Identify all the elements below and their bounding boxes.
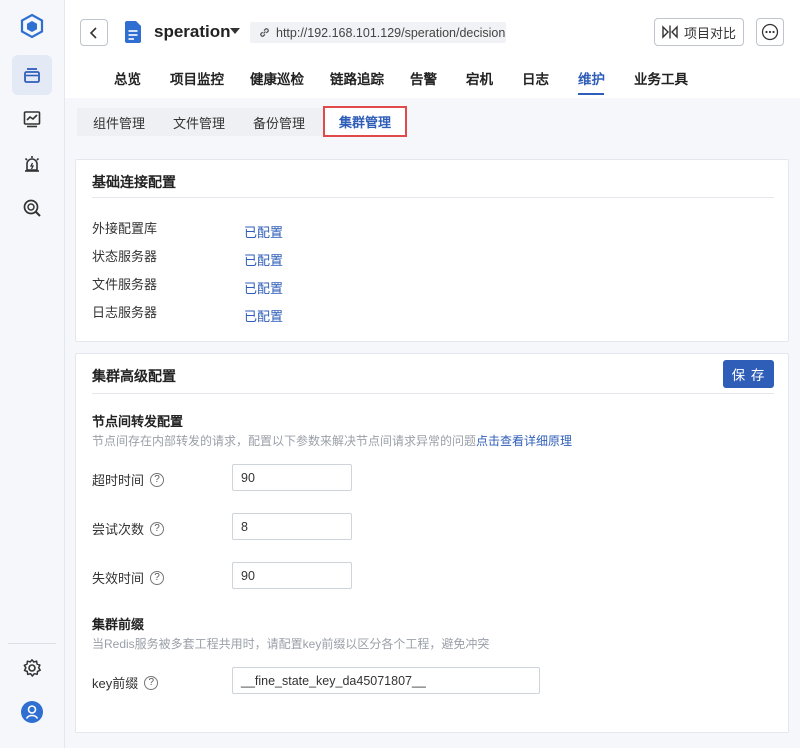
tab-health-check[interactable]: 健康巡检 <box>250 68 304 88</box>
kv-status-link[interactable]: 已配置 <box>244 222 283 241</box>
tab-logs[interactable]: 日志 <box>522 68 549 88</box>
subtab-file-management[interactable]: 文件管理 <box>159 108 239 136</box>
help-icon[interactable]: ? <box>150 472 165 487</box>
compare-button-label: 项目对比 <box>683 25 736 41</box>
more-icon <box>761 23 779 41</box>
layers-icon[interactable] <box>12 55 52 95</box>
kv-label: 外接配置库 <box>92 221 158 236</box>
user-avatar-icon[interactable] <box>12 692 52 732</box>
key-prefix-label: key前缀 ? <box>92 673 159 692</box>
compare-icon <box>662 25 678 39</box>
retry-input[interactable]: 8 <box>232 513 352 540</box>
kv-status-link[interactable]: 已配置 <box>244 250 283 269</box>
key-prefix-input[interactable]: __fine_state_key_da45071807__ <box>232 667 540 694</box>
cube-logo-icon[interactable] <box>12 6 52 46</box>
sidebar <box>0 0 65 748</box>
main-nav-tabs: 总览 项目监控 健康巡检 链路追踪 告警 宕机 日志 维护 业务工具 <box>65 62 800 98</box>
sub-tabs: 组件管理 文件管理 备份管理 集群管理 <box>77 106 408 137</box>
subtab-component-management[interactable]: 组件管理 <box>77 108 159 136</box>
kv-label: 文件服务器 <box>92 277 158 292</box>
expire-label-text: 失效时间 <box>92 571 145 586</box>
advanced-config-title: 集群高级配置 <box>92 368 176 384</box>
chevron-left-icon <box>89 26 97 39</box>
tab-maintenance[interactable]: 维护 <box>578 68 605 88</box>
main-area: speration http://192.168.101.129/sperati… <box>65 0 800 748</box>
basic-config-title: 基础连接配置 <box>92 174 176 190</box>
gear-icon[interactable] <box>12 648 52 688</box>
project-name[interactable]: speration <box>154 22 231 42</box>
timeout-label-text: 超时时间 <box>92 473 145 488</box>
timeout-input[interactable]: 90 <box>232 464 352 491</box>
card-divider <box>92 393 774 394</box>
retry-label: 尝试次数 ? <box>92 519 165 538</box>
basic-config-card: 基础连接配置 外接配置库 已配置 状态服务器 已配置 文件服务器 已配置 日志服… <box>75 159 789 342</box>
project-dropdown-caret[interactable] <box>230 28 240 34</box>
subtab-cluster-management[interactable]: 集群管理 <box>323 106 408 137</box>
tab-trace[interactable]: 链路追踪 <box>330 68 384 88</box>
forward-config-desc-text: 节点间存在内部转发的请求，配置以下参数来解决节点间请求异常的问题 <box>92 434 477 448</box>
top-bar: speration http://192.168.101.129/sperati… <box>65 0 800 62</box>
sidebar-divider <box>8 643 56 644</box>
back-button[interactable] <box>80 19 108 46</box>
tab-project-monitor[interactable]: 项目监控 <box>170 68 224 88</box>
link-icon <box>260 28 269 37</box>
cluster-prefix-desc: 当Redis服务被多套工程共用时，请配置key前缀以区分各个工程，避免冲突 <box>92 637 490 651</box>
retry-label-text: 尝试次数 <box>92 522 145 537</box>
tab-overview[interactable]: 总览 <box>114 68 141 88</box>
content-area: 组件管理 文件管理 备份管理 集群管理 基础连接配置 外接配置库 已配置 状态服… <box>65 98 800 748</box>
chart-icon[interactable] <box>12 99 52 139</box>
search-tool-icon[interactable] <box>12 188 52 228</box>
save-button[interactable]: 保 存 <box>723 360 774 388</box>
kv-status-link[interactable]: 已配置 <box>244 278 283 297</box>
project-url-text: http://192.168.101.129/speration/decisio… <box>276 25 506 40</box>
forward-config-desc: 节点间存在内部转发的请求，配置以下参数来解决节点间请求异常的问题点击查看详细原理 <box>92 432 572 449</box>
view-detail-link[interactable]: 点击查看详细原理 <box>476 434 572 448</box>
more-button[interactable] <box>756 18 784 46</box>
kv-label: 日志服务器 <box>92 305 158 320</box>
expire-input[interactable]: 90 <box>232 562 352 589</box>
kv-label: 状态服务器 <box>92 249 158 264</box>
forward-config-heading: 节点间转发配置 <box>92 414 184 429</box>
project-url[interactable]: http://192.168.101.129/speration/decisio… <box>250 22 506 43</box>
alarm-icon[interactable] <box>12 144 52 184</box>
help-icon[interactable]: ? <box>150 570 165 585</box>
cluster-prefix-heading: 集群前缀 <box>92 617 145 632</box>
advanced-config-card: 集群高级配置 保 存 节点间转发配置 节点间存在内部转发的请求，配置以下参数来解… <box>75 353 789 733</box>
kv-status-link[interactable]: 已配置 <box>244 306 283 325</box>
subtab-backup-management[interactable]: 备份管理 <box>239 108 319 136</box>
tab-business-tools[interactable]: 业务工具 <box>634 68 688 88</box>
help-icon[interactable]: ? <box>144 675 159 690</box>
active-tab-indicator <box>578 93 604 95</box>
compare-button[interactable]: 项目对比 <box>654 18 744 46</box>
key-prefix-label-text: key前缀 <box>92 676 139 691</box>
expire-label: 失效时间 ? <box>92 568 165 587</box>
tab-downtime[interactable]: 宕机 <box>466 68 493 88</box>
timeout-label: 超时时间 ? <box>92 470 165 489</box>
document-icon <box>125 21 141 43</box>
help-icon[interactable]: ? <box>150 521 165 536</box>
card-divider <box>92 197 774 198</box>
tab-alarm[interactable]: 告警 <box>410 68 437 88</box>
